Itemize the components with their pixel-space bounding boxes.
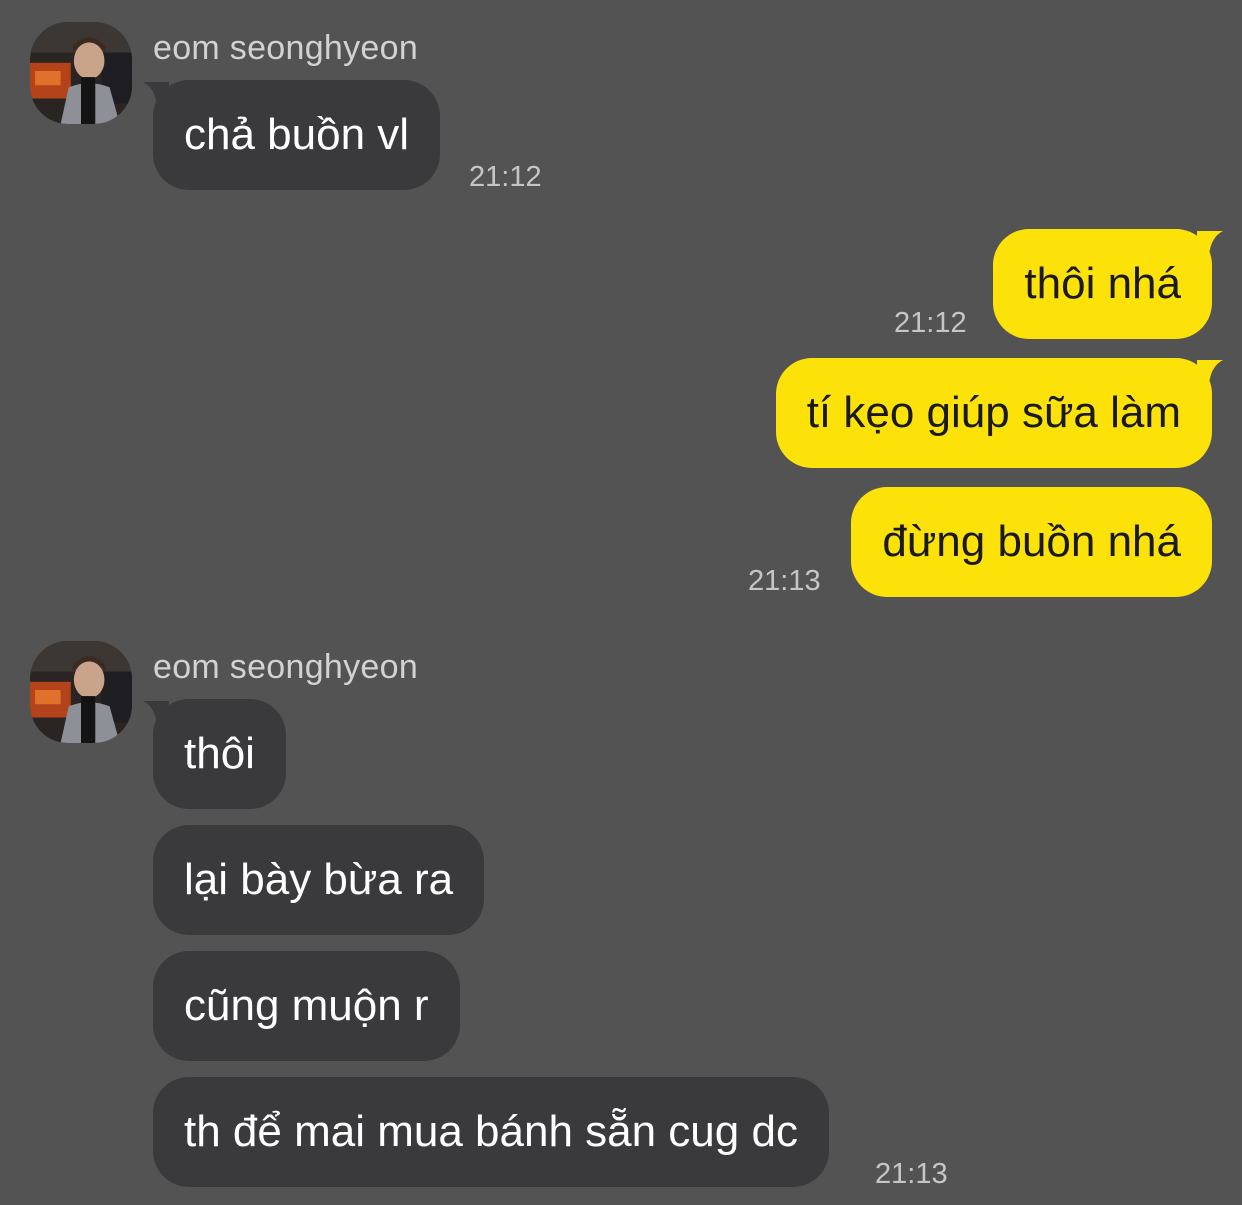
message-timestamp: 21:12: [469, 161, 542, 193]
message-text: chả buồn vl: [184, 110, 410, 159]
incoming-message-bubble[interactable]: chả buồn vl: [143, 80, 441, 190]
bubble-tail-icon: [143, 82, 169, 106]
message-timestamp: 21:13: [748, 565, 821, 597]
outgoing-message-bubble[interactable]: thôi nhá: [993, 229, 1223, 339]
message-text: đừng buồn nhá: [882, 517, 1181, 566]
incoming-message-bubble[interactable]: thôi: [143, 699, 286, 809]
bubble-tail-icon: [1197, 360, 1223, 384]
message-text: thôi nhá: [1024, 259, 1181, 308]
sender-avatar[interactable]: [30, 22, 132, 124]
bubble-tail-icon: [143, 701, 169, 725]
message-text: th để mai mua bánh sẵn cug dc: [184, 1107, 798, 1156]
message-text: tí kẹo giúp sữa làm: [806, 388, 1181, 437]
outgoing-message-bubble[interactable]: tí kẹo giúp sữa làm: [775, 358, 1223, 468]
incoming-message-bubble[interactable]: lại bày bừa ra: [153, 825, 485, 935]
outgoing-message-bubble[interactable]: đừng buồn nhá: [851, 487, 1212, 597]
incoming-message-bubble[interactable]: th để mai mua bánh sẵn cug dc: [153, 1077, 829, 1187]
message-text: thôi: [184, 729, 255, 778]
incoming-message-bubble[interactable]: cũng muộn r: [153, 951, 460, 1061]
message-text: lại bày bừa ra: [184, 855, 454, 904]
message-timestamp: 21:13: [875, 1158, 948, 1190]
message-timestamp: 21:12: [894, 307, 967, 339]
sender-name: eom seonghyeon: [153, 648, 419, 686]
sender-avatar[interactable]: [30, 641, 132, 743]
sender-name: eom seonghyeon: [153, 29, 419, 67]
bubble-tail-icon: [1197, 231, 1223, 255]
message-text: cũng muộn r: [184, 981, 429, 1030]
